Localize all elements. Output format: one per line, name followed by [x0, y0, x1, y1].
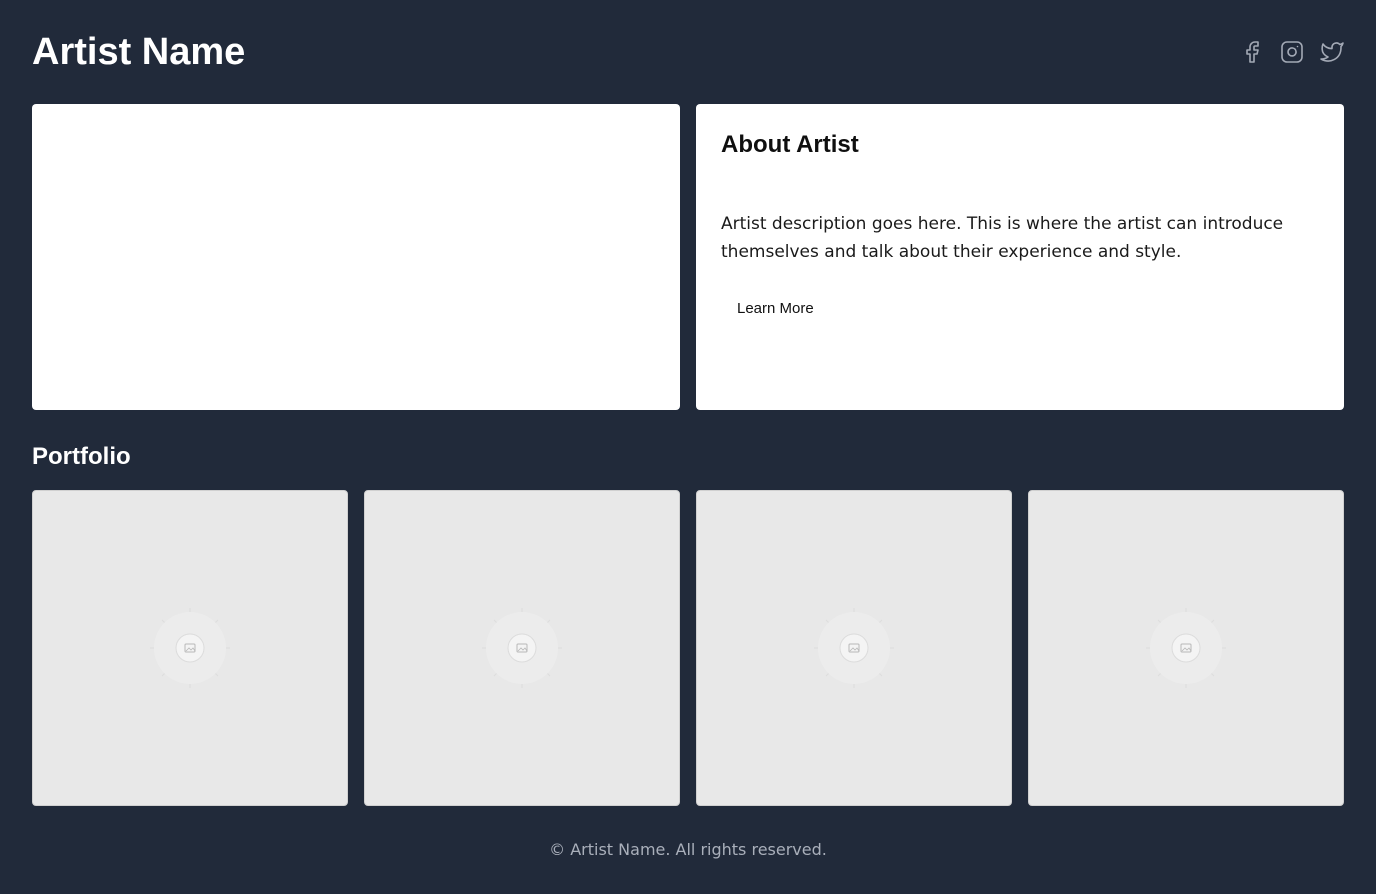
footer-copyright: © Artist Name. All rights reserved.	[549, 840, 827, 859]
portfolio-item[interactable]	[1028, 490, 1344, 806]
facebook-link[interactable]	[1240, 38, 1264, 66]
social-links	[1240, 38, 1344, 66]
facebook-icon	[1246, 41, 1259, 63]
instagram-link[interactable]	[1280, 38, 1304, 66]
portfolio-grid	[32, 490, 1344, 806]
portfolio-heading: Portfolio	[32, 443, 131, 470]
portfolio-item[interactable]	[696, 490, 1012, 806]
image-placeholder-icon	[1146, 608, 1226, 688]
instagram-icon	[1281, 41, 1303, 63]
image-placeholder-icon	[150, 608, 230, 688]
hero-image	[32, 104, 680, 410]
portfolio-item[interactable]	[364, 490, 680, 806]
twitter-icon	[1320, 42, 1344, 62]
learn-more-button[interactable]: Learn More	[721, 294, 830, 323]
site-title: Artist Name	[32, 31, 246, 73]
image-placeholder-icon	[814, 608, 894, 688]
about-title: About Artist	[721, 131, 859, 158]
about-description: Artist description goes here. This is wh…	[721, 214, 1284, 262]
page: Artist Name About Artist Artist descript…	[0, 0, 1376, 894]
portfolio-item[interactable]	[32, 490, 348, 806]
twitter-link[interactable]	[1320, 38, 1344, 66]
about-card: About Artist Artist description goes her…	[696, 104, 1344, 410]
image-placeholder-icon	[482, 608, 562, 688]
